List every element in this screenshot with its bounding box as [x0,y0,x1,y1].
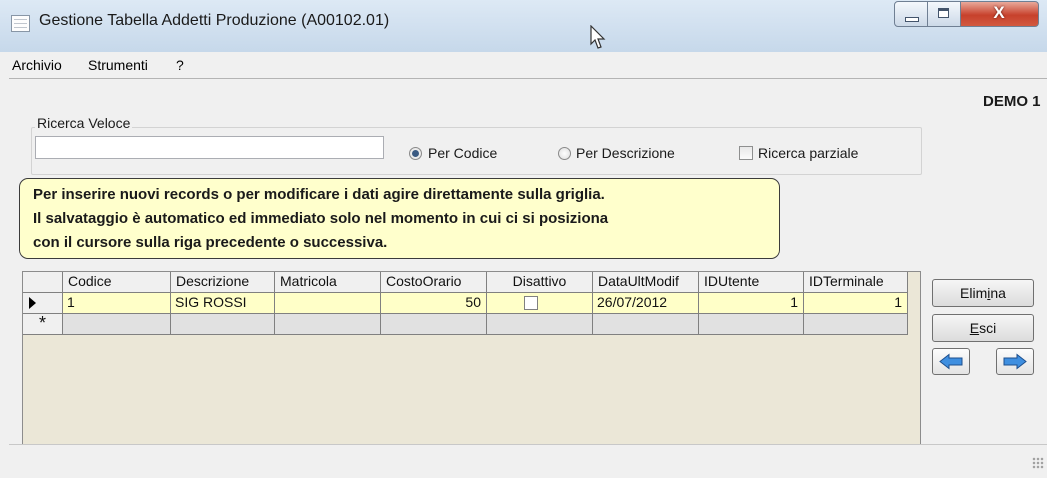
minimize-icon [905,17,919,22]
cell-costo-orario[interactable]: 50 [381,293,487,314]
info-line-3: con il cursore sulla riga precedente o s… [33,234,388,251]
radio-per-descrizione-label[interactable]: Per Descrizione [576,145,675,161]
elimina-label-post: na [990,285,1006,301]
esci-label-post: sci [979,320,997,336]
esci-label-accel: E [969,320,980,336]
cell-id-utente[interactable]: 1 [699,293,804,314]
menu-archivio[interactable]: Archivio [12,57,62,73]
cell-descrizione[interactable]: SIG ROSSI [171,293,275,314]
menu-bar: Archivio Strumenti ? [9,52,1047,79]
elimina-button[interactable]: Elimina [932,279,1034,307]
cell-matricola[interactable] [275,293,381,314]
column-header-id-terminale[interactable]: IDTerminale [804,272,908,293]
current-row-arrow-icon [29,297,36,309]
data-grid[interactable]: Codice Descrizione Matricola CostoOrario… [22,271,921,446]
cell-codice[interactable]: 1 [63,293,171,314]
window-title: Gestione Tabella Addetti Produzione (A00… [39,12,390,29]
radio-per-codice[interactable] [409,147,422,160]
cell-disattivo[interactable] [487,293,593,314]
previous-record-button[interactable] [932,348,970,375]
info-line-1: Per inserire nuovi records o per modific… [33,186,605,203]
new-cell-descrizione[interactable] [171,314,275,335]
cell-id-terminale[interactable]: 1 [804,293,908,314]
quick-search-label: Ricerca Veloce [35,115,133,131]
column-header-descrizione[interactable]: Descrizione [171,272,275,293]
menu-strumenti[interactable]: Strumenti [88,57,148,73]
new-cell-costo-orario[interactable] [381,314,487,335]
maximize-icon [938,8,949,18]
menu-help[interactable]: ? [176,57,184,73]
cell-data-ult-modif[interactable]: 26/07/2012 [593,293,699,314]
column-header-id-utente[interactable]: IDUtente [699,272,804,293]
app-window-icon [11,15,30,32]
new-cell-id-terminale[interactable] [804,314,908,335]
new-row-selector[interactable]: * [23,314,63,335]
status-bar [9,444,1047,473]
disattivo-checkbox[interactable] [524,296,538,310]
grid-corner-cell[interactable] [23,272,63,293]
new-row-star-icon: * [38,314,46,333]
elimina-label-pre: Elim [960,285,988,301]
quick-search-input[interactable] [35,136,384,159]
info-line-2: Il salvataggio è automatico ed immediato… [33,210,609,227]
new-cell-data-ult-modif[interactable] [593,314,699,335]
close-icon: X [993,3,1005,22]
maximize-button[interactable] [928,1,961,27]
info-message-box: Per inserire nuovi records o per modific… [19,178,780,259]
title-bar[interactable]: Gestione Tabella Addetti Produzione (A00… [0,0,1047,52]
minimize-button[interactable] [894,1,928,27]
arrow-left-icon [939,353,963,370]
next-record-button[interactable] [996,348,1034,375]
column-header-disattivo[interactable]: Disattivo [487,272,593,293]
esci-button[interactable]: Esci [932,314,1034,342]
resize-grip-icon[interactable] [1032,457,1044,469]
column-header-codice[interactable]: Codice [63,272,171,293]
form-area: DEMO 1 Ricerca Veloce Per Codice Per Des… [9,79,1047,473]
partial-search-checkbox[interactable] [739,146,753,160]
row-selector[interactable] [23,293,63,314]
arrow-right-icon [1003,353,1027,370]
new-cell-disattivo[interactable] [487,314,593,335]
column-header-data-ult-modif[interactable]: DataUltModif [593,272,699,293]
radio-per-codice-label[interactable]: Per Codice [428,145,497,161]
radio-per-descrizione[interactable] [558,147,571,160]
new-cell-codice[interactable] [63,314,171,335]
column-header-matricola[interactable]: Matricola [275,272,381,293]
new-cell-matricola[interactable] [275,314,381,335]
column-header-costo-orario[interactable]: CostoOrario [381,272,487,293]
mouse-cursor-icon [590,25,606,49]
partial-search-label[interactable]: Ricerca parziale [758,145,858,161]
new-cell-id-utente[interactable] [699,314,804,335]
company-label: DEMO 1 [983,93,1041,110]
close-button[interactable]: X [961,1,1039,27]
application-window: Gestione Tabella Addetti Produzione (A00… [0,0,1047,478]
